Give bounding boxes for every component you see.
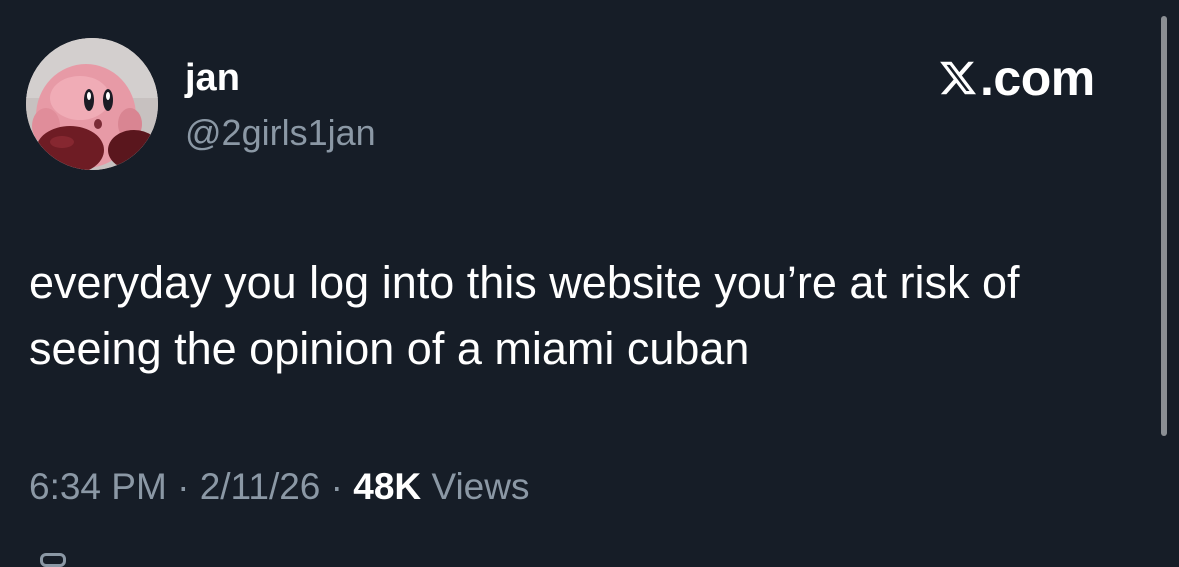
views-label: Views [431, 466, 530, 507]
views-count: 48K [353, 466, 422, 507]
tweet-date[interactable]: 2/11/26 [200, 466, 321, 507]
meta-separator: · [330, 466, 343, 507]
author-avatar[interactable] [26, 38, 158, 170]
tweet-time[interactable]: 6:34 PM [29, 466, 167, 507]
tweet-card: jan @2girls1jan .com everyday you log in… [0, 0, 1179, 567]
x-logo-icon [940, 61, 977, 95]
x-brand-watermark: .com [938, 52, 1095, 104]
scrollbar[interactable] [1161, 16, 1167, 436]
x-domain-label: .com [980, 50, 1095, 106]
tweet-text: everyday you log into this website you’r… [29, 257, 1020, 374]
author-display-name[interactable]: jan [185, 56, 240, 100]
reply-icon[interactable] [40, 553, 66, 567]
kirby-avatar-icon [26, 38, 158, 170]
meta-separator: · [177, 466, 190, 507]
author-handle[interactable]: @2girls1jan [185, 112, 376, 154]
tweet-meta: 6:34 PM · 2/11/26 · 48K Views [29, 465, 529, 509]
